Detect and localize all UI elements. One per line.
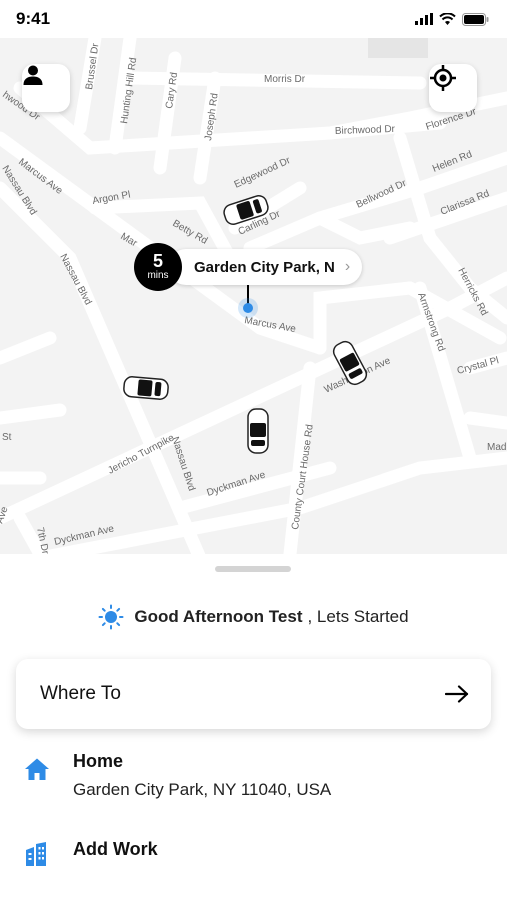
eta-badge: 5 mins <box>134 243 182 291</box>
eta-minutes: 5 <box>152 251 163 271</box>
signal-icon <box>415 13 433 25</box>
building-icon <box>26 842 46 866</box>
pickup-location-label[interactable]: Garden City Park, N › <box>168 249 363 285</box>
status-icons <box>415 11 489 27</box>
chevron-right-icon: › <box>344 258 351 275</box>
home-address: Garden City Park, NY 11040, USA <box>73 780 332 799</box>
street-label: Crystal Pl <box>456 355 500 377</box>
person-icon <box>23 65 43 85</box>
locate-me-button[interactable] <box>429 64 477 112</box>
crosshair-icon <box>430 65 456 91</box>
map-streets: Brussel Dr Hunting Hill Rd Cary Rd Josep… <box>0 38 507 554</box>
arrow-right-icon <box>445 685 469 703</box>
eta-pin[interactable]: 5 mins Garden City Park, N › <box>134 243 363 291</box>
street-label: Morris Dr <box>264 74 306 85</box>
current-location-icon <box>238 298 258 318</box>
greeting-text: , Lets Started <box>307 607 409 626</box>
car-icon <box>247 408 269 454</box>
house-icon <box>25 758 49 780</box>
street-label: St <box>2 432 12 443</box>
home-title: Home <box>73 751 124 771</box>
status-bar: 9:41 <box>0 0 507 38</box>
pickup-location-text: Garden City Park, N <box>194 258 335 276</box>
status-time: 9:41 <box>16 9 51 28</box>
street-label: Birchwood Dr <box>335 124 396 137</box>
sheet-drag-handle[interactable] <box>215 566 291 572</box>
sun-icon <box>98 604 124 630</box>
where-to-button[interactable]: Where To <box>16 659 491 729</box>
greeting: Good Afternoon Test, Lets Started <box>0 604 507 630</box>
add-work-label: Add Work <box>73 839 158 859</box>
where-to-label: Where To <box>40 683 121 704</box>
profile-button[interactable] <box>22 64 70 112</box>
add-work-button[interactable]: Add Work <box>0 839 507 867</box>
street-label: Mad <box>487 442 506 453</box>
saved-place-home[interactable]: Home Garden City Park, NY 11040, USA <box>0 751 507 800</box>
bottom-sheet: Good Afternoon Test, Lets Started Where … <box>0 554 507 900</box>
battery-icon <box>462 12 489 26</box>
car-icon <box>123 376 169 400</box>
street-label: Edgewood Dr <box>233 155 293 191</box>
map-view[interactable]: Brussel Dr Hunting Hill Rd Cary Rd Josep… <box>0 38 507 554</box>
eta-unit: mins <box>147 270 169 281</box>
wifi-icon <box>439 13 456 25</box>
greeting-name: Good Afternoon Test <box>134 607 303 626</box>
